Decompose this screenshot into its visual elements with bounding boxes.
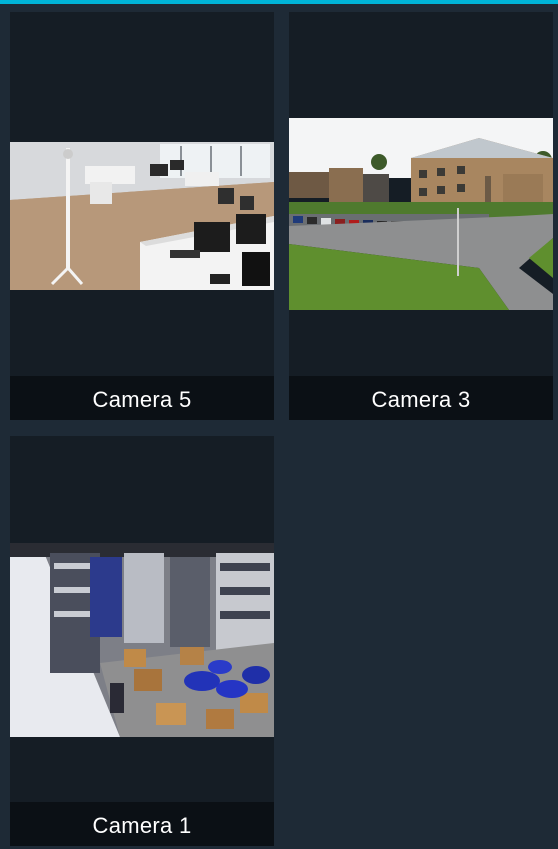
camera-label: Camera 5 — [10, 376, 274, 420]
camera-feed-warehouse — [10, 543, 274, 737]
camera-label: Camera 3 — [289, 376, 553, 420]
top-accent-bar — [0, 0, 558, 4]
camera-feed-parking — [289, 118, 553, 310]
camera-tile-5[interactable]: Camera 5 — [10, 12, 274, 420]
camera-grid-view: Camera 5 Camera 3 Camera 1 — [0, 0, 558, 849]
camera-feed-office — [10, 142, 274, 290]
camera-label: Camera 1 — [10, 802, 274, 846]
camera-tile-1[interactable]: Camera 1 — [10, 436, 274, 846]
camera-tile-3[interactable]: Camera 3 — [289, 12, 553, 420]
